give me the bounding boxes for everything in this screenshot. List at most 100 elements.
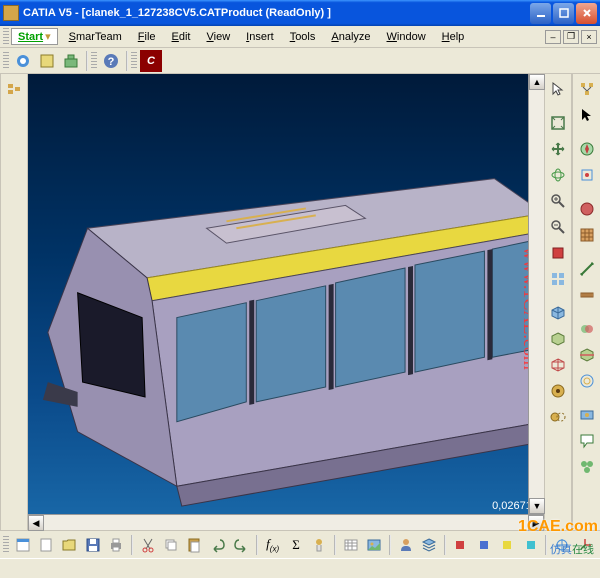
annotation-button[interactable] (576, 430, 598, 452)
smarteam-button[interactable] (12, 50, 34, 72)
menu-help[interactable]: Help (434, 29, 473, 45)
scroll-track[interactable] (529, 90, 544, 498)
tram-model (28, 134, 544, 511)
measure-item-button[interactable] (576, 284, 598, 306)
watermark-chinese: 仿真在线 (550, 540, 594, 558)
help-button[interactable]: ? (100, 50, 122, 72)
toolbar-handle[interactable] (131, 52, 137, 70)
window-controls (530, 3, 597, 24)
tool-button[interactable] (36, 50, 58, 72)
select-arrow-button[interactable] (547, 78, 569, 100)
wireframe-button[interactable] (547, 354, 569, 376)
scroll-up-icon[interactable]: ▲ (529, 74, 545, 90)
toolbar-handle[interactable] (3, 536, 9, 554)
blue-flag-button[interactable] (473, 534, 494, 556)
right-toolbar-view (544, 74, 572, 530)
hide-show-button[interactable] (547, 380, 569, 402)
clash-button[interactable] (576, 318, 598, 340)
red-flag-button[interactable] (450, 534, 471, 556)
separator (334, 535, 336, 555)
fit-all-button[interactable] (547, 112, 569, 134)
menu-file[interactable]: File (130, 29, 164, 45)
menu-insert[interactable]: Insert (238, 29, 282, 45)
image-button[interactable] (364, 534, 385, 556)
product-button[interactable] (12, 534, 33, 556)
scroll-down-icon[interactable]: ▼ (529, 498, 545, 514)
menu-view[interactable]: View (199, 29, 239, 45)
separator (256, 535, 258, 555)
paste-button[interactable] (184, 534, 205, 556)
new-button[interactable] (35, 534, 56, 556)
zoom-in-button[interactable] (547, 190, 569, 212)
texture-button[interactable] (576, 224, 598, 246)
redo-button[interactable] (231, 534, 252, 556)
window-title: CATIA V5 - [clanek_1_127238CV5.CATProduc… (23, 7, 530, 19)
copy-button[interactable] (160, 534, 181, 556)
canvas-3d[interactable]: www.1CAE.com 0,026716 (28, 74, 544, 530)
sectioning-button[interactable] (576, 344, 598, 366)
save-button[interactable] (82, 534, 103, 556)
user-button[interactable] (395, 534, 416, 556)
bottom-toolbar: f(x) Σ (0, 530, 600, 558)
enhanced-scene-button[interactable] (576, 404, 598, 426)
sigma-button[interactable]: Σ (285, 534, 306, 556)
separator (545, 535, 547, 555)
menu-smarteam[interactable]: SmarTeam (61, 29, 130, 45)
undo-button[interactable] (207, 534, 228, 556)
left-toolbar (0, 74, 28, 530)
horizontal-scrollbar[interactable]: ◀ ▶ (28, 514, 544, 530)
mdi-minimize-button[interactable]: – (545, 30, 561, 44)
cut-button[interactable] (137, 534, 158, 556)
measure-between-button[interactable] (576, 258, 598, 280)
rotate-button[interactable] (547, 164, 569, 186)
print-button[interactable] (106, 534, 127, 556)
isometric-button[interactable] (547, 302, 569, 324)
tree-button[interactable] (3, 78, 25, 100)
catalog-button[interactable] (340, 534, 361, 556)
catia-button[interactable]: C (140, 50, 162, 72)
mdi-close-button[interactable]: × (581, 30, 597, 44)
multi-view-button[interactable] (547, 268, 569, 290)
watermark-domain: 1CAE.com (518, 518, 598, 536)
knowledge-button[interactable] (309, 534, 330, 556)
pan-button[interactable] (547, 138, 569, 160)
title-bar: CATIA V5 - [clanek_1_127238CV5.CATProduc… (0, 0, 600, 26)
swap-visible-button[interactable] (547, 406, 569, 428)
layer-button[interactable] (418, 534, 439, 556)
normal-view-button[interactable] (547, 242, 569, 264)
mdi-restore-button[interactable]: ❐ (563, 30, 579, 44)
viewport[interactable]: www.1CAE.com 0,026716 ▲ ▼ ◀ ▶ (28, 74, 544, 530)
toolbar-handle[interactable] (91, 52, 97, 70)
toolbar-handle[interactable] (3, 28, 9, 46)
scroll-track[interactable] (44, 515, 528, 530)
zoom-out-button[interactable] (547, 216, 569, 238)
snap-button[interactable] (576, 164, 598, 186)
separator (131, 535, 133, 555)
open-button[interactable] (59, 534, 80, 556)
scroll-left-icon[interactable]: ◀ (28, 515, 44, 531)
menu-edit[interactable]: Edit (164, 29, 199, 45)
vertical-scrollbar[interactable]: ▲ ▼ (528, 74, 544, 514)
yellow-flag-button[interactable] (497, 534, 518, 556)
menu-analyze[interactable]: Analyze (323, 29, 378, 45)
formula-button[interactable]: f(x) (262, 534, 283, 556)
shading-button[interactable] (547, 328, 569, 350)
graph-tree-button[interactable] (576, 78, 598, 100)
separator (86, 51, 88, 71)
cyan-flag-button[interactable] (520, 534, 541, 556)
minimize-button[interactable] (530, 3, 551, 24)
distance-band-button[interactable] (576, 370, 598, 392)
component-button[interactable] (60, 50, 82, 72)
close-button[interactable] (576, 3, 597, 24)
group-button[interactable] (576, 456, 598, 478)
compass-button[interactable] (576, 138, 598, 160)
menu-start[interactable]: Start ▾ (11, 28, 58, 45)
toolbar-handle[interactable] (3, 52, 9, 70)
maximize-button[interactable] (553, 3, 574, 24)
apply-material-button[interactable] (576, 198, 598, 220)
menu-window[interactable]: Window (379, 29, 434, 45)
manipulation-button[interactable] (576, 104, 598, 126)
right-toolbar-tools (572, 74, 600, 530)
menu-tools[interactable]: Tools (282, 29, 324, 45)
app-icon (3, 5, 19, 21)
